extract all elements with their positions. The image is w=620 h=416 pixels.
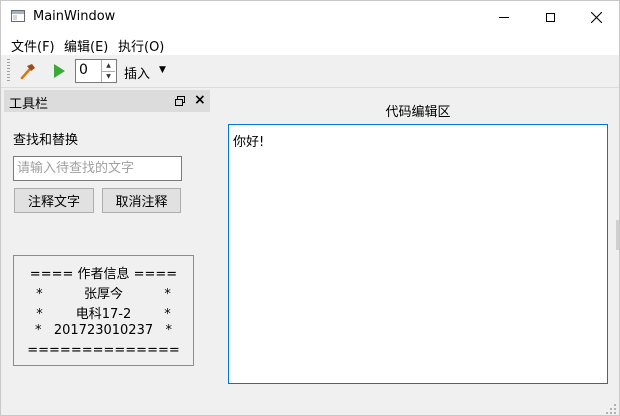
- maximize-button[interactable]: [527, 1, 573, 33]
- menu-bar: 文件(F) 编辑(E) 执行(O): [1, 33, 619, 55]
- search-input[interactable]: [13, 156, 182, 181]
- author-line: ==== 作者信息 ====: [29, 267, 178, 282]
- splitter-handle[interactable]: [616, 220, 619, 250]
- play-icon: [54, 64, 65, 78]
- size-grip-icon[interactable]: [605, 403, 617, 415]
- spin-down-icon[interactable]: ▼: [102, 71, 115, 82]
- title-bar: MainWindow: [1, 1, 619, 33]
- editor-content: 你好!: [233, 135, 265, 150]
- insert-menu-button[interactable]: 插入 ▼: [121, 59, 173, 83]
- build-button[interactable]: [16, 59, 40, 83]
- value-spinbox[interactable]: 0 ▲ ▼: [75, 59, 117, 83]
- dock-title-bar[interactable]: 工具栏 ×: [4, 90, 210, 112]
- run-button[interactable]: [47, 59, 71, 83]
- menu-edit[interactable]: 编辑(E): [64, 36, 108, 55]
- window-title: MainWindow: [33, 9, 116, 24]
- comment-button[interactable]: 注释文字: [14, 188, 94, 213]
- author-line: * 201723010237 *: [34, 323, 173, 338]
- editor-label: 代码编辑区: [385, 105, 451, 120]
- uncomment-button[interactable]: 取消注释: [102, 188, 181, 213]
- main-window: MainWindow 文件(F) 编辑(E) 执行(O) 0 ▲ ▼ 插入 ▼ …: [0, 0, 620, 416]
- close-icon: [590, 11, 602, 23]
- toolbar-divider: [1, 87, 619, 88]
- toolbar-grip[interactable]: [7, 59, 10, 83]
- dock-title: 工具栏: [9, 97, 49, 112]
- author-line: * 电科17-2 *: [36, 307, 171, 322]
- toolbar: 0 ▲ ▼ 插入 ▼: [1, 55, 619, 87]
- dropdown-arrow-icon: ▼: [159, 65, 166, 75]
- float-icon[interactable]: [174, 95, 186, 107]
- maximize-icon: [545, 12, 555, 22]
- dock-close-icon[interactable]: ×: [194, 92, 206, 108]
- minimize-icon: [499, 16, 509, 18]
- spinbox-buttons: ▲ ▼: [101, 60, 116, 82]
- find-replace-label: 查找和替换: [13, 133, 79, 148]
- insert-label: 插入: [124, 67, 151, 82]
- author-line: * 张厚今 *: [36, 287, 171, 302]
- author-line: ==============: [27, 343, 180, 358]
- minimize-button[interactable]: [481, 1, 527, 33]
- close-button[interactable]: [573, 1, 619, 33]
- app-icon: [11, 10, 25, 22]
- author-info-box: ==== 作者信息 ==== * 张厚今 * * 电科17-2 * * 2017…: [13, 255, 194, 366]
- menu-file[interactable]: 文件(F): [11, 36, 55, 55]
- code-editor[interactable]: 你好!: [228, 124, 608, 384]
- hammer-icon: [20, 64, 35, 80]
- spinbox-value: 0: [79, 62, 88, 78]
- menu-run[interactable]: 执行(O): [118, 36, 164, 55]
